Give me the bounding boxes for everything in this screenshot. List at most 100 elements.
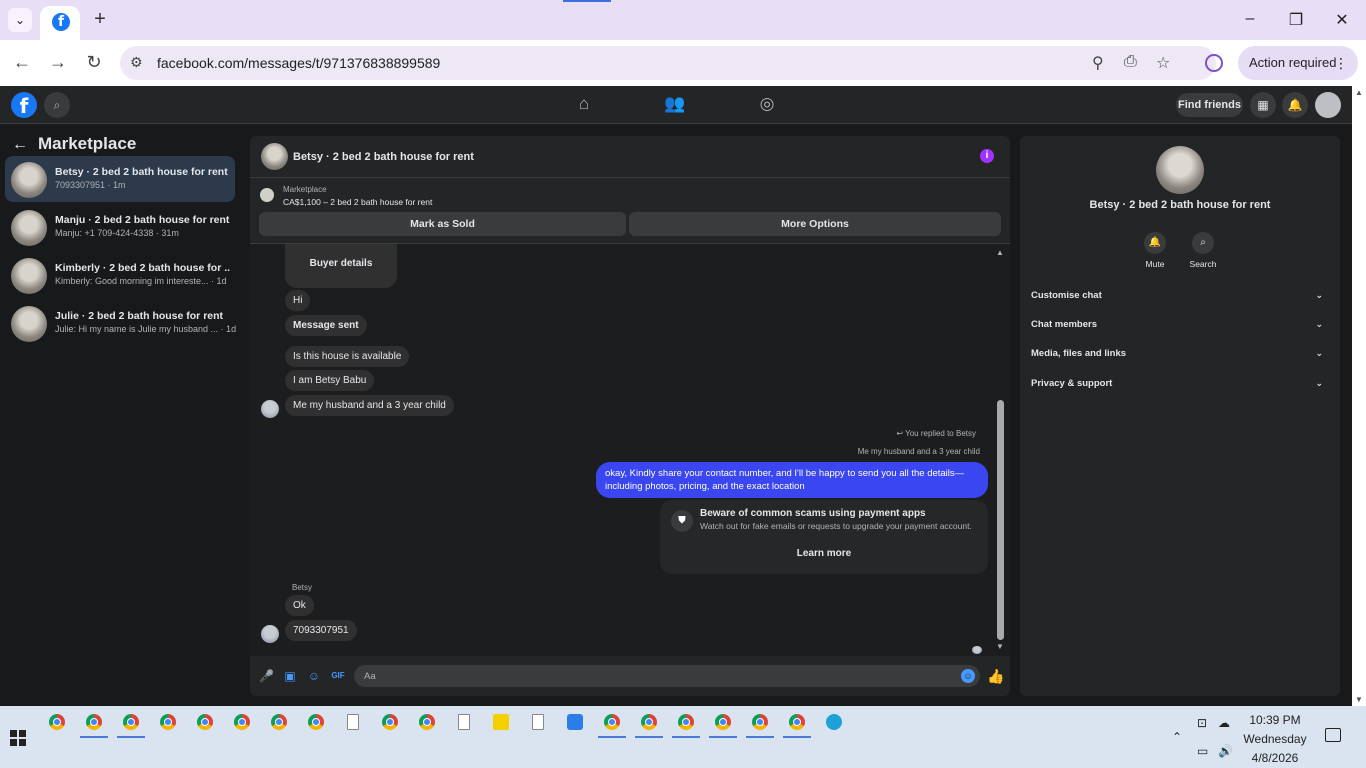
find-friends-button[interactable]: Find friends bbox=[1176, 93, 1243, 117]
scroll-down-arrow-icon[interactable]: ▼ bbox=[1355, 695, 1363, 704]
conversation-item[interactable]: Kimberly · 2 bed 2 bath house for ... Ki… bbox=[5, 252, 235, 298]
section-chat-members[interactable]: Chat members ⌄ bbox=[1031, 319, 1329, 337]
chrome-icon[interactable] bbox=[160, 714, 176, 730]
listing-title[interactable]: CA$1,100 – 2 bed 2 bath house for rent bbox=[283, 197, 432, 207]
chat-title[interactable]: Betsy · 2 bed 2 bath house for rent bbox=[293, 151, 474, 163]
close-window-icon[interactable]: ✕ bbox=[1332, 10, 1352, 30]
back-icon[interactable]: ← bbox=[11, 52, 33, 73]
menu-grid-icon[interactable]: ▦ bbox=[1250, 92, 1276, 118]
section-privacy-support[interactable]: Privacy & support ⌄ bbox=[1031, 378, 1329, 396]
tab-search-button[interactable]: ⌄ bbox=[8, 8, 32, 32]
groups-icon[interactable]: ◎ bbox=[755, 94, 779, 114]
chrome-icon[interactable] bbox=[678, 714, 694, 730]
section-media-files-links[interactable]: Media, files and links ⌄ bbox=[1031, 348, 1329, 366]
action-required-button[interactable]: Action required ⋮ bbox=[1238, 46, 1358, 80]
bookmark-star-icon[interactable]: ☆ bbox=[1156, 53, 1170, 73]
message-bubble: 7093307951 bbox=[285, 620, 357, 641]
avatar[interactable] bbox=[1156, 146, 1204, 194]
url-text[interactable]: facebook.com/messages/t/971376838899589 bbox=[157, 55, 440, 71]
profile-icon[interactable] bbox=[1205, 54, 1223, 72]
omnibox[interactable]: ⚙ facebook.com/messages/t/97137683889958… bbox=[120, 46, 1216, 80]
notifications-bell-icon[interactable]: 🔔 bbox=[1282, 92, 1308, 118]
chrome-icon[interactable] bbox=[49, 714, 65, 730]
thumbs-up-icon[interactable]: 👍 bbox=[987, 669, 1004, 683]
mark-as-sold-button[interactable]: Mark as Sold bbox=[259, 212, 626, 236]
home-icon[interactable]: ⌂ bbox=[572, 94, 596, 114]
volume-icon[interactable]: 🔊 bbox=[1218, 744, 1233, 758]
chrome-icon[interactable] bbox=[641, 714, 657, 730]
chrome-icon[interactable] bbox=[86, 714, 102, 730]
install-app-icon[interactable]: ⎙ bbox=[1124, 53, 1137, 71]
chrome-icon[interactable] bbox=[419, 714, 435, 730]
chrome-icon[interactable] bbox=[271, 714, 287, 730]
buyer-details-card[interactable]: Buyer details bbox=[285, 244, 397, 288]
document-icon[interactable] bbox=[458, 714, 470, 730]
forward-icon[interactable]: → bbox=[47, 52, 69, 73]
sticker-icon[interactable]: ☺ bbox=[307, 669, 321, 683]
restore-icon[interactable]: ❐ bbox=[1286, 10, 1306, 30]
clock-date: 4/8/2026 bbox=[1251, 751, 1299, 765]
chrome-icon[interactable] bbox=[789, 714, 805, 730]
learn-more-link[interactable]: Learn more bbox=[660, 548, 988, 559]
back-arrow-icon[interactable]: ← bbox=[12, 136, 34, 154]
edge-icon[interactable] bbox=[826, 714, 842, 730]
new-tab-button[interactable]: + bbox=[90, 8, 110, 32]
chrome-icon[interactable] bbox=[123, 714, 139, 730]
chrome-icon[interactable] bbox=[197, 714, 213, 730]
scroll-up-arrow-icon[interactable]: ▲ bbox=[1355, 88, 1363, 97]
sticky-notes-icon[interactable] bbox=[493, 714, 509, 730]
info-icon[interactable]: i bbox=[980, 149, 994, 163]
chrome-icon[interactable] bbox=[604, 714, 620, 730]
document-icon[interactable] bbox=[347, 714, 359, 730]
battery-icon[interactable]: ▭ bbox=[1197, 744, 1208, 758]
action-required-label: Action required bbox=[1249, 55, 1337, 70]
more-options-button[interactable]: More Options bbox=[629, 212, 1001, 236]
scam-warning-body: Watch out for fake emails or requests to… bbox=[700, 521, 972, 531]
chrome-icon[interactable] bbox=[715, 714, 731, 730]
chrome-icon[interactable] bbox=[234, 714, 250, 730]
friends-icon[interactable]: 👥 bbox=[663, 94, 687, 114]
chat-scrollbar[interactable]: ▲ ▼ bbox=[994, 246, 1008, 654]
search-button[interactable]: ⌕ Search bbox=[1183, 232, 1223, 269]
conversation-item[interactable]: Manju · 2 bed 2 bath house for rent Manj… bbox=[5, 204, 235, 250]
avatar[interactable] bbox=[261, 143, 288, 170]
facebook-logo-icon[interactable]: f bbox=[11, 92, 37, 118]
system-clock[interactable]: 10:39 PM Wednesday 4/8/2026 bbox=[1240, 711, 1310, 768]
message-list[interactable]: Buyer details Hi Message sent Is this ho… bbox=[250, 244, 1010, 656]
conversation-item[interactable]: Julie · 2 bed 2 bath house for rent Juli… bbox=[5, 300, 236, 346]
scroll-up-arrow-icon[interactable]: ▲ bbox=[996, 248, 1004, 257]
page-scrollbar[interactable]: ▲ ▼ bbox=[1352, 86, 1366, 706]
device-icon[interactable]: ⊡ bbox=[1197, 716, 1207, 730]
account-avatar[interactable] bbox=[1315, 92, 1341, 118]
photo-icon[interactable]: ▣ bbox=[283, 669, 297, 683]
scrollbar-thumb[interactable] bbox=[997, 400, 1004, 640]
conversation-name: Betsy · 2 bed 2 bath house for rent bbox=[55, 166, 228, 178]
microphone-icon[interactable]: 🎤 bbox=[259, 669, 274, 683]
chrome-icon[interactable] bbox=[382, 714, 398, 730]
section-customise-chat[interactable]: Customise chat ⌄ bbox=[1031, 290, 1329, 308]
mute-button[interactable]: 🔔 Mute bbox=[1135, 232, 1175, 269]
minimize-icon[interactable]: – bbox=[1240, 10, 1260, 28]
scroll-down-arrow-icon[interactable]: ▼ bbox=[996, 642, 1004, 651]
running-indicator bbox=[80, 736, 108, 738]
chevron-up-icon[interactable]: ⌃ bbox=[1172, 730, 1182, 744]
chrome-icon[interactable] bbox=[308, 714, 324, 730]
message-input[interactable] bbox=[354, 665, 944, 687]
message-input-box[interactable]: ☺ bbox=[354, 665, 980, 687]
reload-icon[interactable]: ↻ bbox=[83, 52, 105, 73]
windows-start-icon[interactable] bbox=[10, 730, 26, 746]
cloud-icon[interactable]: ☁ bbox=[1218, 716, 1230, 730]
avatar bbox=[11, 162, 47, 198]
emoji-icon[interactable]: ☺ bbox=[961, 669, 975, 683]
active-tab[interactable]: f bbox=[40, 6, 80, 40]
chrome-icon[interactable] bbox=[752, 714, 768, 730]
notification-center-icon[interactable] bbox=[1325, 728, 1341, 742]
document-icon[interactable] bbox=[532, 714, 544, 730]
gif-icon[interactable]: GIF bbox=[331, 669, 345, 683]
search-icon[interactable]: ⌕ bbox=[44, 92, 70, 118]
zoom-icon[interactable]: ⚲ bbox=[1092, 53, 1104, 73]
site-settings-icon[interactable]: ⚙ bbox=[130, 54, 143, 71]
conversation-item[interactable]: Betsy · 2 bed 2 bath house for rent 7093… bbox=[5, 156, 235, 202]
menu-dots-icon[interactable]: ⋮ bbox=[1334, 46, 1348, 80]
app-icon[interactable] bbox=[567, 714, 583, 730]
